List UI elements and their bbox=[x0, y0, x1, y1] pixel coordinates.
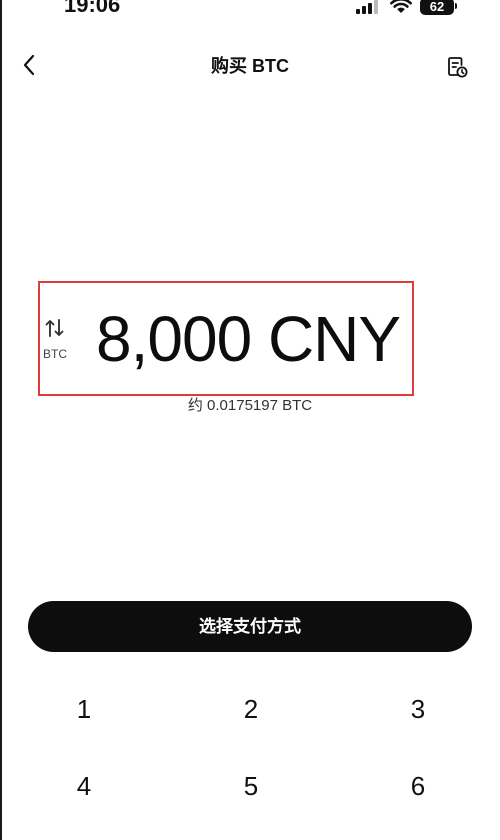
wifi-icon bbox=[390, 0, 412, 13]
status-bar: 19:06 62 bbox=[0, 0, 500, 18]
screen-edge bbox=[0, 0, 2, 840]
header: 购买 BTC bbox=[0, 40, 500, 92]
order-history-icon bbox=[448, 57, 468, 78]
battery-tip bbox=[455, 3, 457, 9]
order-history-button[interactable] bbox=[442, 52, 472, 82]
keypad-key-6[interactable]: 6 bbox=[358, 761, 478, 811]
amount-value: 8,000 CNY bbox=[96, 303, 401, 375]
battery-level: 62 bbox=[420, 0, 454, 15]
currency-swap-toggle[interactable]: BTC bbox=[40, 313, 70, 363]
keypad-key-4[interactable]: 4 bbox=[24, 761, 144, 811]
status-time: 19:06 bbox=[64, 0, 121, 17]
chevron-left-icon bbox=[23, 54, 35, 76]
amount-highlight-box: BTC 8,000 CNY bbox=[38, 281, 414, 396]
signal-icon bbox=[356, 0, 378, 14]
keypad-key-2[interactable]: 2 bbox=[191, 684, 311, 734]
swap-arrows-icon bbox=[45, 319, 64, 337]
battery-icon: 62 bbox=[420, 0, 458, 15]
page-title: 购买 BTC bbox=[211, 56, 289, 76]
back-button[interactable] bbox=[14, 50, 44, 80]
select-payment-method-button[interactable]: 选择支付方式 bbox=[28, 601, 472, 652]
swap-currency-label: BTC bbox=[43, 347, 67, 361]
approx-crypto-amount: 约 0.0175197 BTC bbox=[187, 397, 313, 414]
keypad-key-5[interactable]: 5 bbox=[191, 761, 311, 811]
keypad-key-3[interactable]: 3 bbox=[358, 684, 478, 734]
keypad-key-1[interactable]: 1 bbox=[24, 684, 144, 734]
